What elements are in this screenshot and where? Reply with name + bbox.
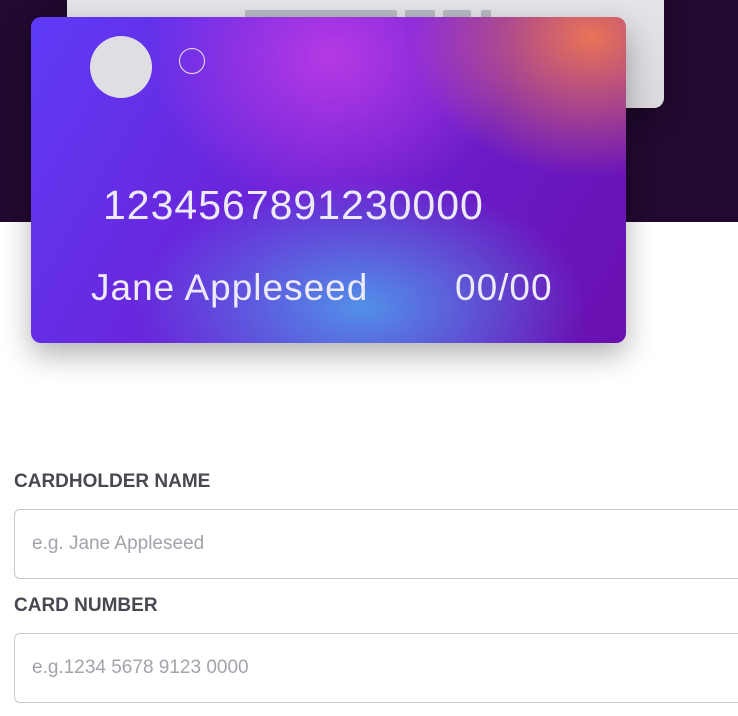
card-expiry-display: 00/00 <box>455 267 553 308</box>
card-front: 1234567891230000 Jane Appleseed 00/00 <box>31 17 626 343</box>
card-logo-filled-circle-icon <box>90 36 152 98</box>
card-number-label: CARD NUMBER <box>14 595 158 616</box>
card-number-display: 1234567891230000 <box>103 182 484 228</box>
cardholder-name-input[interactable] <box>14 509 738 579</box>
card-logo-outline-circle-icon <box>179 48 205 74</box>
cardholder-name-display: Jane Appleseed <box>91 267 369 308</box>
card-number-input[interactable] <box>14 633 738 703</box>
cardholder-name-label: CARDHOLDER NAME <box>14 471 211 492</box>
